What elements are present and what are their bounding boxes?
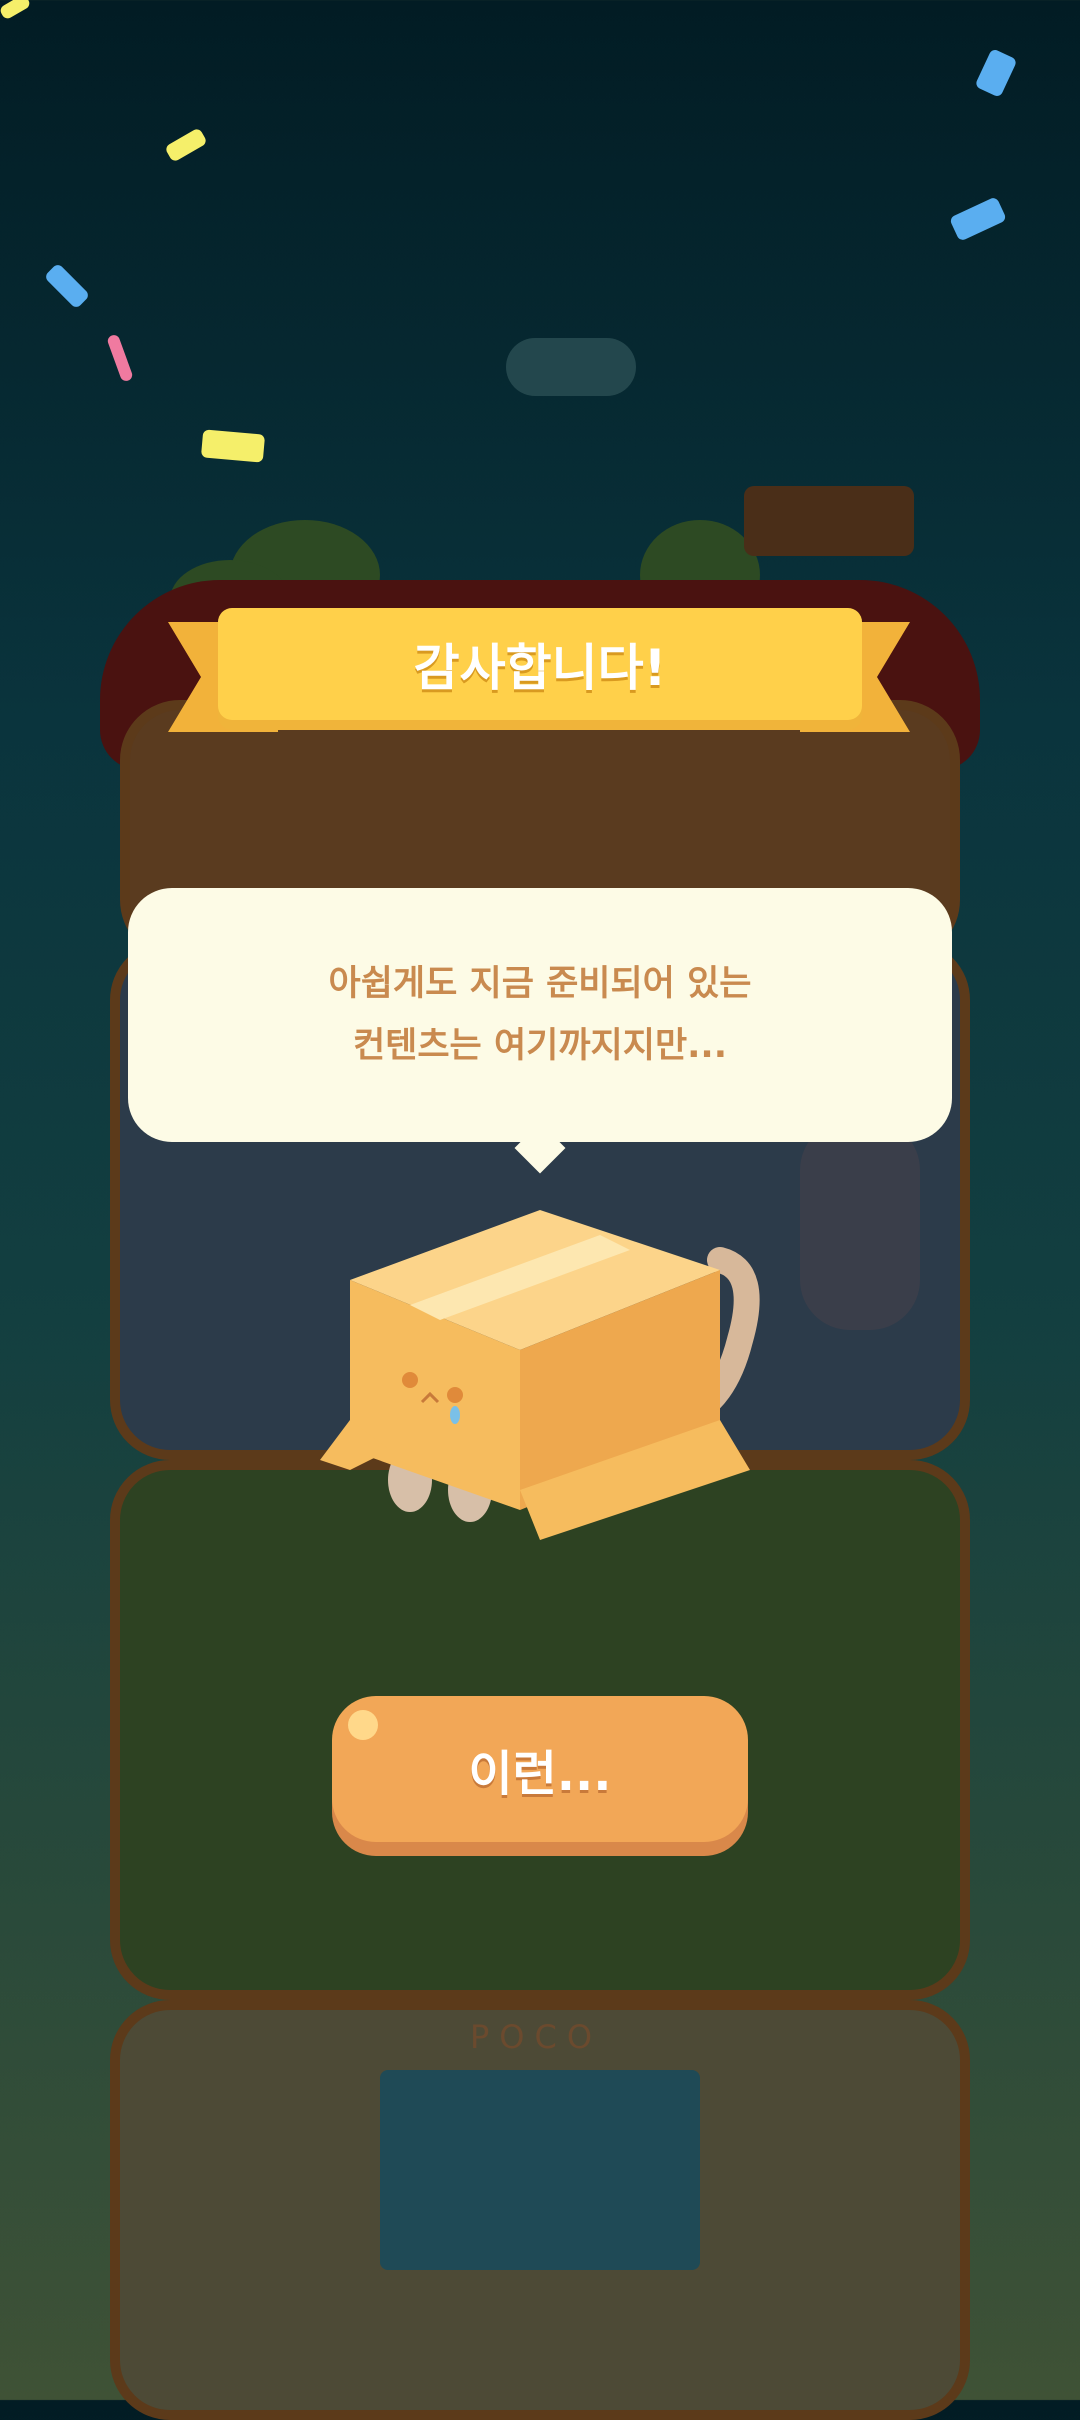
eye-right (447, 1387, 463, 1403)
title-banner: 감사합니다! (218, 608, 862, 720)
message-line-2: 컨텐츠는 여기까지지만... (352, 1026, 728, 1066)
confetti-yellow (200, 429, 266, 463)
confetti-yellow (164, 127, 208, 163)
building-sign: POCO (470, 2018, 603, 2056)
confirm-button-label: 이런... (468, 1746, 612, 1802)
confetti-blue (974, 48, 1018, 98)
chimney (744, 486, 914, 556)
eye-left (402, 1372, 418, 1388)
banner-title: 감사합니다! (413, 639, 667, 697)
confirm-button[interactable]: 이런... (332, 1696, 748, 1842)
confetti-pink (106, 333, 134, 383)
button-shine (348, 1710, 378, 1740)
cloud (506, 338, 636, 396)
window-blue (380, 2070, 700, 2270)
sad-box-character (320, 1210, 760, 1540)
message-line-1: 아쉽게도 지금 준비되어 있는 (328, 964, 752, 1004)
message-bubble: 아쉽게도 지금 준비되어 있는 컨텐츠는 여기까지지만... (128, 888, 952, 1142)
cat-character (800, 1120, 920, 1330)
confetti-blue (43, 262, 91, 310)
tear (450, 1406, 460, 1424)
confetti-blue (948, 196, 1008, 242)
confetti-yellow (0, 0, 32, 21)
